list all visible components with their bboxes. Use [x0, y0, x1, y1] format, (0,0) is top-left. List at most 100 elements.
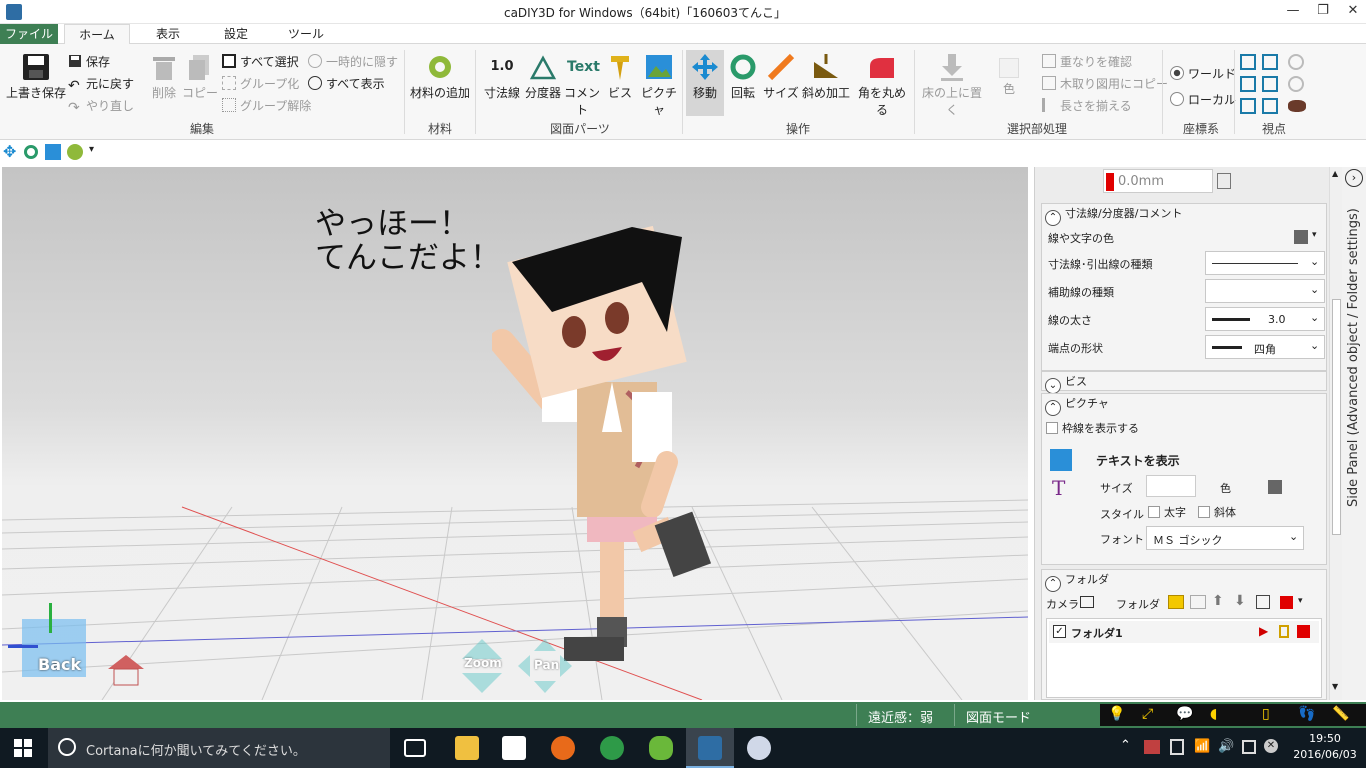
pan-control[interactable]: Pan	[516, 637, 574, 695]
lock-icon[interactable]	[1279, 625, 1289, 638]
folder-row-color-swatch[interactable]	[1297, 625, 1310, 638]
view-cube-front-icon[interactable]	[1240, 54, 1256, 70]
line-color-swatch[interactable]	[1294, 230, 1308, 244]
screw-button[interactable]: ビス	[598, 52, 642, 101]
notification-icon[interactable]	[1242, 740, 1256, 754]
camera-icon[interactable]	[1080, 596, 1094, 608]
book-icon[interactable]: ▯	[1262, 706, 1270, 722]
tray-chevron-icon[interactable]: ⌃	[1120, 738, 1131, 753]
dismiss-icon[interactable]: ✕	[1264, 739, 1278, 753]
ruler-icon[interactable]: 📏	[1332, 706, 1349, 722]
scroll-thumb[interactable]	[1332, 299, 1341, 535]
color-button[interactable]: 色	[990, 52, 1028, 97]
clock[interactable]: 19:50 2016/06/03	[1284, 731, 1366, 763]
task-view-icon[interactable]	[404, 739, 426, 757]
sound-icon[interactable]: ◖	[1210, 706, 1217, 722]
character-model[interactable]	[492, 222, 722, 672]
line-color-dropdown-icon[interactable]: ▾	[1312, 230, 1317, 240]
qat-dropdown-icon[interactable]: ▾	[89, 144, 94, 155]
side-panel-tab[interactable]: › Side Panel (Advanced object / Folder s…	[1342, 167, 1366, 700]
italic-checkbox[interactable]: 斜体	[1198, 504, 1236, 520]
balloon-icon[interactable]: 💬	[1176, 706, 1193, 722]
measure-icon[interactable]: ⤢	[1142, 706, 1153, 722]
qat-move-icon[interactable]: ✥	[3, 144, 19, 160]
show-frame-checkbox[interactable]: 枠線を表示する	[1046, 420, 1139, 436]
move-down-icon[interactable]: ⬇	[1234, 593, 1246, 609]
add-material-button[interactable]: 材料の追加	[410, 52, 470, 101]
windows-start-icon[interactable]	[14, 739, 32, 757]
top-value-field[interactable]: 0.0mm	[1103, 169, 1213, 193]
dimension-section-header[interactable]: ⌃ 寸法線/分度器/コメント	[1042, 204, 1326, 226]
copy-button[interactable]: コピー	[178, 52, 222, 101]
rotate-button[interactable]: 回転	[724, 52, 762, 101]
cortana-search[interactable]: Cortanaに何か聞いてみてください。	[48, 728, 390, 768]
ungroup-button[interactable]: グループ解除	[222, 98, 311, 114]
line-type-select[interactable]: ⌄	[1205, 251, 1325, 275]
overwrite-save-button[interactable]: 上書き保存	[6, 52, 66, 101]
folder-color-dropdown-icon[interactable]: ▾	[1298, 596, 1303, 606]
3d-viewport[interactable]: やっほー！ てんこだよ！ Back Zoom Pan	[2, 167, 1028, 700]
close-button[interactable]: ✕	[1338, 0, 1366, 24]
font-select[interactable]: ＭＳ ゴシック ⌄	[1146, 526, 1304, 550]
view-cube-left-icon[interactable]	[1262, 76, 1278, 92]
file-explorer-icon[interactable]	[455, 736, 479, 760]
line-width-select[interactable]: 3.0 ⌄	[1205, 307, 1325, 331]
side-panel-scrollbar[interactable]: ▲ ▼	[1329, 167, 1342, 700]
minimize-button[interactable]: —	[1278, 0, 1308, 24]
scroll-up-icon[interactable]: ▲	[1332, 169, 1338, 178]
move-up-icon[interactable]: ⬆	[1212, 593, 1224, 609]
dimension-button[interactable]: 1.0 寸法線	[480, 52, 524, 101]
undo-button[interactable]: ↶ 元に戻す	[68, 76, 134, 93]
folder-row[interactable]: ✓ フォルダ1 ▶	[1049, 621, 1319, 643]
rotate-left-icon[interactable]	[1288, 54, 1304, 70]
size-button[interactable]: サイズ	[762, 52, 800, 101]
back-nav-cube[interactable]: Back	[8, 603, 90, 679]
usb-icon[interactable]	[1170, 739, 1184, 755]
qat-picture-icon[interactable]	[45, 144, 61, 160]
save-button[interactable]: 保存	[68, 54, 110, 70]
end-shape-select[interactable]: 四角 ⌄	[1205, 335, 1325, 359]
text-color-swatch[interactable]	[1268, 480, 1282, 494]
group-button[interactable]: グループ化	[222, 76, 299, 92]
rotate-right-icon[interactable]	[1288, 76, 1304, 92]
mode-status[interactable]: 図面モード	[966, 707, 1031, 726]
protractor-button[interactable]: 分度器	[521, 52, 565, 101]
view-cube-right-icon[interactable]	[1262, 54, 1278, 70]
tab-view[interactable]: 表示	[146, 24, 190, 44]
picture-button[interactable]: ピクチャ	[637, 52, 681, 118]
bevel-button[interactable]: 斜め加工	[800, 52, 852, 101]
scroll-down-icon[interactable]: ▼	[1332, 682, 1338, 691]
folder-visible-checkbox[interactable]: ✓	[1053, 625, 1066, 638]
footsteps-icon[interactable]: 👣	[1298, 706, 1315, 722]
tab-settings[interactable]: 設定	[212, 24, 260, 44]
paint-icon[interactable]	[747, 736, 771, 760]
select-all-button[interactable]: すべて選択	[222, 54, 299, 70]
maximize-button[interactable]: ❐	[1308, 0, 1338, 24]
redo-button[interactable]: ↷ やり直し	[68, 98, 134, 115]
screw-section-header[interactable]: ⌄ ビス	[1042, 372, 1326, 394]
home-view-button[interactable]	[104, 653, 148, 687]
cadiy-taskbar-button[interactable]	[686, 728, 734, 768]
zoom-control[interactable]: Zoom	[454, 637, 510, 695]
remove-folder-icon[interactable]	[1190, 595, 1206, 609]
place-on-floor-button[interactable]: 床の上に置く	[918, 52, 986, 118]
tray-app-icon[interactable]	[1144, 740, 1160, 754]
volume-icon[interactable]: 🔊	[1218, 739, 1234, 754]
world-radio[interactable]: ワールド	[1170, 66, 1236, 82]
calculator-icon[interactable]	[1217, 173, 1231, 189]
qat-rotate-icon[interactable]	[24, 145, 38, 159]
store-icon[interactable]	[502, 736, 526, 760]
cut-copy-button[interactable]: 木取り図用にコピー	[1042, 76, 1168, 92]
check-overlap-button[interactable]: 重なりを確認	[1042, 54, 1132, 70]
collapse-panel-icon[interactable]: ›	[1345, 169, 1363, 187]
chrome-icon[interactable]	[600, 736, 624, 760]
firefox-icon[interactable]	[551, 736, 575, 760]
align-length-button[interactable]: 長さを揃える	[1042, 98, 1132, 114]
aux-line-type-select[interactable]: ⌄	[1205, 279, 1325, 303]
view-cube-top-icon[interactable]	[1240, 76, 1256, 92]
lightbulb-icon[interactable]: 💡	[1108, 706, 1125, 722]
wifi-icon[interactable]: 📶	[1194, 739, 1210, 754]
tab-file[interactable]: ファイル	[0, 24, 58, 44]
bird-view-icon[interactable]	[1288, 100, 1306, 112]
round-corner-button[interactable]: 角を丸める	[854, 52, 910, 118]
